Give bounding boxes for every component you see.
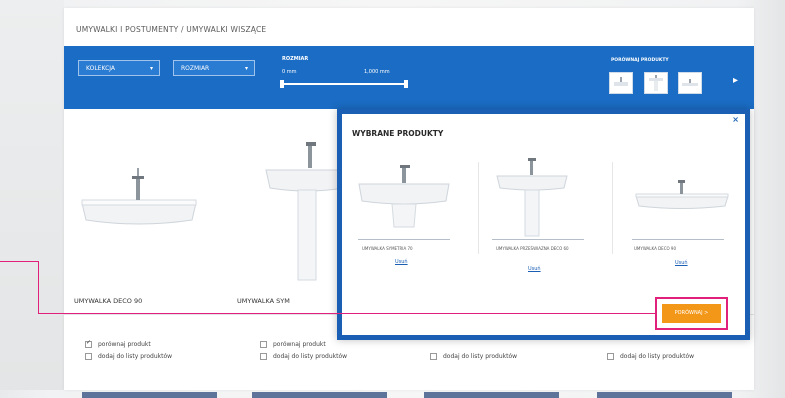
list-checkbox-2[interactable] <box>260 353 267 360</box>
compare-checkbox-label: porównaj produkt <box>98 341 151 348</box>
compare-thumb-1[interactable] <box>609 72 633 94</box>
compare-checkbox-row-2[interactable]: porównaj produkt <box>260 341 326 348</box>
popup-item-image-3 <box>632 174 732 223</box>
product-card-bar-1 <box>82 392 217 398</box>
product-card-bar-3 <box>424 392 559 398</box>
popup-remove-2[interactable]: Usuń <box>528 266 541 272</box>
compare-products-label: PORÓWNAJ PRODUKTY <box>611 58 669 63</box>
callout-line <box>0 261 38 262</box>
list-checkbox-row-1[interactable]: dodaj do listy produktów <box>85 353 172 360</box>
compare-thumb-3[interactable] <box>678 72 702 94</box>
product-name-2[interactable]: UMYWALKA SYM <box>237 297 290 305</box>
list-checkbox-row-3[interactable]: dodaj do listy produktów <box>430 353 517 360</box>
size-max-value: 1,000 mm <box>364 69 390 75</box>
list-checkbox-label: dodaj do listy produktów <box>98 353 173 360</box>
compare-button-highlight: PORÓWNAJ > <box>655 297 728 330</box>
popup-item-line-1 <box>358 239 450 240</box>
compare-checkbox-label: porównaj produkt <box>273 341 326 348</box>
popup-item-image-1 <box>354 159 454 238</box>
background <box>0 0 64 390</box>
compare-checkbox-2[interactable] <box>260 341 267 348</box>
collection-select-label: KOLEKCJA <box>86 65 116 72</box>
popup-remove-1[interactable]: Usuń <box>395 259 408 265</box>
close-icon[interactable]: × <box>732 115 739 124</box>
product-image-1[interactable] <box>74 148 204 258</box>
popup-divider <box>612 162 613 254</box>
next-arrow-icon[interactable]: ▸ <box>733 75 738 86</box>
chevron-down-icon: ▾ <box>244 65 248 72</box>
callout-line <box>38 313 655 314</box>
popup-item-name-1: UMYWALKA SYMETRIA 70 <box>362 246 413 251</box>
slider-min-handle[interactable] <box>280 80 284 88</box>
slider-max-handle[interactable] <box>404 80 408 88</box>
compare-thumb-2[interactable] <box>644 72 668 94</box>
chevron-down-icon: ▾ <box>149 65 153 72</box>
list-checkbox-3[interactable] <box>430 353 437 360</box>
list-checkbox-label: dodaj do listy produktów <box>443 353 518 360</box>
size-select[interactable]: ROZMIAR ▾ <box>173 60 255 76</box>
list-checkbox-label: dodaj do listy produktów <box>620 353 695 360</box>
product-name-1[interactable]: UMYWALKA DECO 90 <box>74 297 142 305</box>
popup-divider <box>478 162 479 254</box>
product-card-bar-4 <box>597 392 732 398</box>
compare-checkbox-1[interactable] <box>85 339 92 348</box>
compare-checkbox-row-1[interactable]: porównaj produkt <box>85 339 151 348</box>
list-checkbox-4[interactable] <box>607 353 614 360</box>
popup-item-line-3 <box>632 239 724 240</box>
list-checkbox-row-2[interactable]: dodaj do listy produktów <box>260 353 347 360</box>
compare-button[interactable]: PORÓWNAJ > <box>662 304 721 323</box>
collection-select[interactable]: KOLEKCJA ▾ <box>78 60 160 76</box>
popup-title: WYBRANE PRODUKTY <box>352 129 444 138</box>
list-checkbox-row-4[interactable]: dodaj do listy produktów <box>607 353 694 360</box>
list-checkbox-1[interactable] <box>85 353 92 360</box>
product-card-bar-2 <box>252 392 387 398</box>
list-checkbox-label: dodaj do listy produktów <box>273 353 348 360</box>
popup-item-name-2: UMYWALKA PRZEŚWIAZNA DECO 60 <box>496 246 569 251</box>
popup-item-name-3: UMYWALKA DECO 90 <box>634 246 676 251</box>
size-range-label: ROZMIAR <box>282 56 309 62</box>
breadcrumb[interactable]: UMYWALKI I POSTUMENTY / UMYWALKI WISZĄCE <box>76 25 266 34</box>
size-slider[interactable] <box>280 80 408 88</box>
popup-item-line-2 <box>492 239 584 240</box>
popup-remove-3[interactable]: Usuń <box>675 260 688 266</box>
size-select-label: ROZMIAR <box>181 65 210 72</box>
callout-line <box>38 261 39 314</box>
filter-bar: KOLEKCJA ▾ ROZMIAR ▾ ROZMIAR 0 mm 1,000 … <box>64 46 754 109</box>
size-min-value: 0 mm <box>282 69 297 75</box>
popup-item-image-2 <box>492 154 572 243</box>
